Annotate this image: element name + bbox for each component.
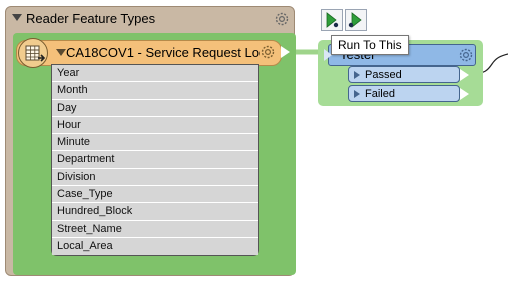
play-triangle-icon (354, 71, 360, 79)
attribute-row: Hundred_Block (52, 203, 258, 221)
attribute-row: Street_Name (52, 220, 258, 238)
run-to-this-icon (326, 12, 339, 28)
attribute-row: Hour (52, 116, 258, 135)
bookmark-title: Reader Feature Types (26, 11, 156, 26)
port-label: Failed (365, 88, 395, 100)
run-from-this-icon (348, 12, 362, 28)
attribute-row: Day (52, 99, 258, 117)
failed-output-port[interactable]: Failed (348, 85, 460, 102)
expand-triangle-icon[interactable] (56, 49, 66, 56)
gear-icon[interactable] (274, 11, 290, 27)
failed-connector[interactable] (460, 88, 469, 100)
attribute-row: Division (52, 168, 258, 187)
collapse-triangle-icon[interactable] (12, 14, 22, 21)
attribute-row: Department (52, 151, 258, 169)
bookmark-header[interactable]: Reader Feature Types (6, 7, 294, 31)
tooltip: Run To This (331, 35, 409, 55)
passed-output-port[interactable]: Passed (348, 66, 460, 83)
reader-output-port[interactable] (281, 46, 290, 58)
gear-icon[interactable] (260, 44, 276, 60)
attribute-row: Case_Type (52, 186, 258, 204)
attribute-row: Minute (52, 134, 258, 152)
attribute-row: Local_Area (52, 237, 258, 256)
attribute-list: Year Month Day Hour Minute Department Di… (51, 64, 259, 257)
transformer-toolbar (321, 9, 367, 31)
passed-connector[interactable] (460, 69, 469, 81)
play-triangle-icon (354, 90, 360, 98)
gear-icon[interactable] (458, 47, 474, 63)
attribute-row: Month (52, 82, 258, 100)
attribute-row: Year (52, 65, 258, 83)
port-label: Passed (365, 69, 402, 81)
reader-feature-type-title: CA18COV1 - Service Request Loca (66, 45, 260, 60)
table-reader-icon (18, 38, 48, 68)
run-from-this-button[interactable] (345, 9, 367, 31)
run-to-this-button[interactable] (321, 9, 343, 31)
